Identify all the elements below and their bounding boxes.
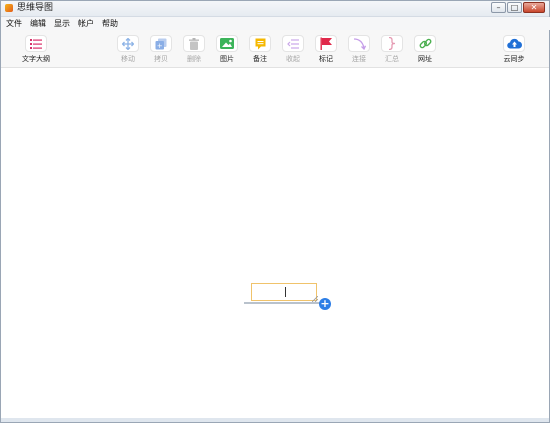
title-bar: 思维导图 – □ ✕ (1, 1, 549, 17)
collapse-button[interactable]: 收起 (276, 35, 310, 65)
connect-icon (348, 35, 370, 52)
connect-label: 连接 (352, 55, 366, 63)
collapse-label: 收起 (286, 55, 300, 63)
summary-brace-icon (381, 35, 403, 52)
window-controls: – □ ✕ (491, 2, 545, 13)
close-button[interactable]: ✕ (523, 2, 545, 13)
menu-account[interactable]: 帐户 (78, 18, 94, 30)
resize-grip-icon[interactable] (312, 296, 318, 302)
delete-label: 删除 (187, 55, 201, 63)
flag-label: 标记 (319, 55, 333, 63)
outline-button[interactable]: 文字大纲 (19, 35, 53, 65)
app-icon (5, 4, 13, 12)
image-button[interactable]: 图片 (210, 35, 244, 65)
toolbar: 文字大纲 移动 + 拷贝 删除 图片 备注 收起 标记 连接 汇总 网址 云同步 (1, 30, 549, 68)
cloud-upload-icon (503, 35, 525, 52)
link-button[interactable]: 网址 (408, 35, 442, 65)
move-button[interactable]: 移动 (111, 35, 145, 65)
status-strip (1, 418, 549, 422)
flag-button[interactable]: 标记 (309, 35, 343, 65)
svg-text:+: + (157, 41, 163, 49)
collapse-icon (282, 35, 304, 52)
link-icon (414, 35, 436, 52)
maximize-button[interactable]: □ (507, 2, 522, 13)
mindmap-canvas[interactable]: + (1, 68, 549, 422)
move-icon (117, 35, 139, 52)
window-title: 思维导图 (17, 3, 54, 13)
move-label: 移动 (121, 55, 135, 63)
menu-view[interactable]: 显示 (54, 18, 70, 30)
image-label: 图片 (220, 55, 234, 63)
outline-icon (25, 35, 47, 52)
copy-button[interactable]: + 拷贝 (144, 35, 178, 65)
connect-button[interactable]: 连接 (342, 35, 376, 65)
menu-file[interactable]: 文件 (6, 18, 22, 30)
trash-icon (183, 35, 205, 52)
summary-label: 汇总 (385, 55, 399, 63)
menu-edit[interactable]: 编辑 (30, 18, 46, 30)
flag-icon (315, 35, 337, 52)
text-caret (285, 287, 286, 297)
link-label: 网址 (418, 55, 432, 63)
cloud-sync-button[interactable]: 云同步 (497, 35, 531, 65)
minimize-button[interactable]: – (491, 2, 506, 13)
note-icon (249, 35, 271, 52)
root-node-editor[interactable] (251, 283, 317, 301)
delete-button[interactable]: 删除 (177, 35, 211, 65)
note-button[interactable]: 备注 (243, 35, 277, 65)
app-window: 思维导图 – □ ✕ 文件 编辑 显示 帐户 帮助 文字大纲 移动 + 拷贝 删… (0, 0, 550, 423)
copy-icon: + (150, 35, 172, 52)
menu-help[interactable]: 帮助 (102, 18, 118, 30)
add-child-node-icon[interactable]: + (319, 298, 331, 310)
summary-button[interactable]: 汇总 (375, 35, 409, 65)
copy-label: 拷贝 (154, 55, 168, 63)
note-label: 备注 (253, 55, 267, 63)
node-underline (244, 302, 320, 304)
outline-label: 文字大纲 (22, 55, 50, 63)
menu-bar: 文件 编辑 显示 帐户 帮助 (1, 17, 550, 30)
cloud-sync-label: 云同步 (503, 55, 525, 63)
image-icon (216, 35, 238, 52)
